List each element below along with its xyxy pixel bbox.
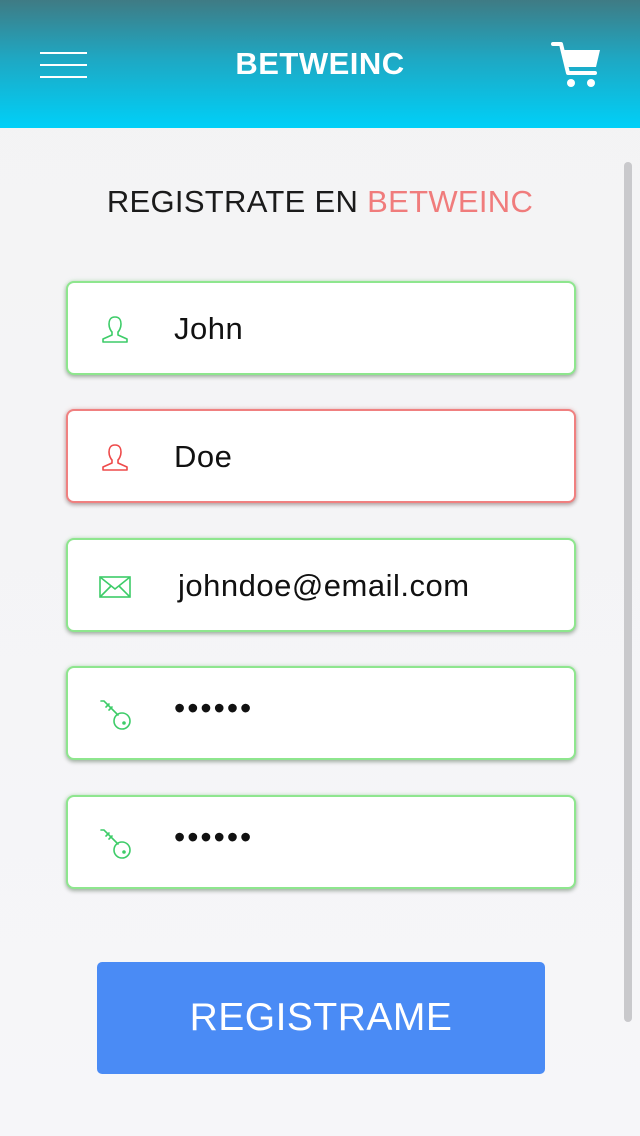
key-icon — [98, 827, 132, 861]
password-value: •••••• — [174, 690, 254, 726]
key-icon — [98, 698, 132, 732]
mail-icon — [98, 570, 132, 604]
last-name-field[interactable]: Doe — [66, 409, 576, 503]
user-icon — [98, 441, 132, 475]
confirm-password-field[interactable]: •••••• — [66, 795, 576, 889]
app-title: BETWEINC — [235, 46, 405, 81]
email-field[interactable]: johndoe@email.com — [66, 538, 576, 632]
confirm-password-value: •••••• — [174, 819, 254, 855]
heading-brand: BETWEINC — [367, 184, 534, 219]
registration-screen: BETWEINC REGISTRATE EN BETWEINC John Doe… — [0, 0, 640, 1136]
page-heading: REGISTRATE EN BETWEINC — [0, 184, 640, 220]
password-field[interactable]: •••••• — [66, 666, 576, 760]
last-name-value: Doe — [174, 439, 233, 474]
first-name-value: John — [174, 311, 244, 346]
shopping-cart-icon[interactable] — [550, 40, 602, 90]
register-button[interactable]: REGISTRAME — [97, 962, 545, 1074]
first-name-field[interactable]: John — [66, 281, 576, 375]
top-app-bar: BETWEINC — [0, 0, 640, 128]
email-value: johndoe@email.com — [178, 568, 470, 603]
heading-prefix: REGISTRATE EN — [106, 184, 368, 219]
scrollbar[interactable] — [624, 162, 632, 1022]
user-icon — [98, 313, 132, 347]
